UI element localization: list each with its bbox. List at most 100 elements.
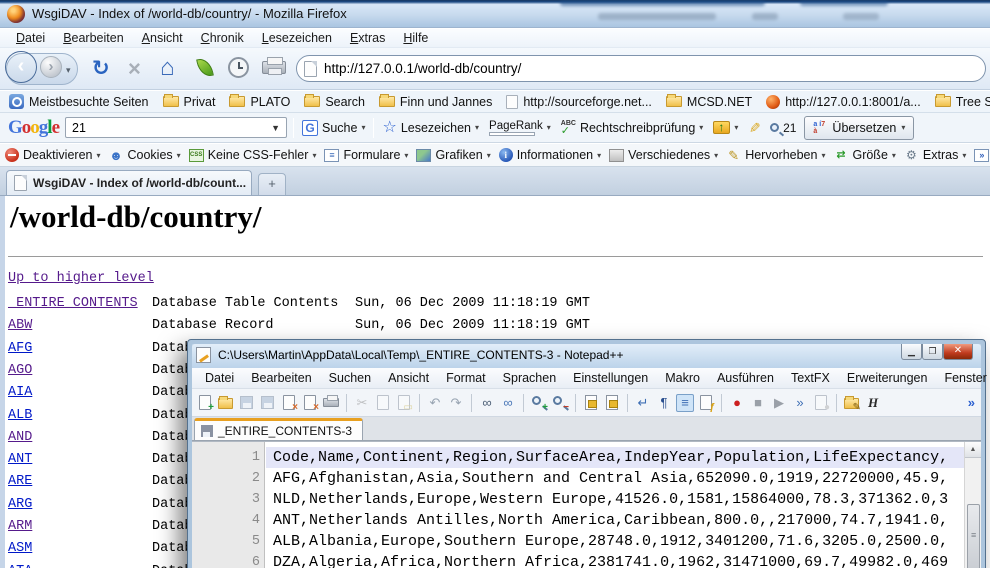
webdev-gr-e[interactable]: ⇄Größe▾: [833, 148, 895, 162]
editor-line[interactable]: NLD,Netherlands,Europe,Western Europe,41…: [266, 489, 964, 510]
chevron-down-icon[interactable]: ▾: [699, 123, 703, 132]
macro-stop-icon[interactable]: ■: [749, 394, 767, 412]
notepad-titlebar[interactable]: C:\Users\Martin\AppData\Local\Temp\_ENTI…: [192, 344, 981, 368]
firefox-titlebar[interactable]: WsgiDAV - Index of /world-db/country/ - …: [0, 0, 990, 28]
menu-hilfe[interactable]: Hilfe: [395, 30, 436, 46]
open-file-icon[interactable]: [217, 394, 235, 412]
notepad-tab-active[interactable]: _ENTIRE_CONTENTS-3: [194, 418, 363, 440]
menu-ansicht[interactable]: Ansicht: [134, 30, 191, 46]
editor-line[interactable]: DZA,Algeria,Africa,Northern Africa,23817…: [266, 552, 964, 568]
npp-menu-sprachen[interactable]: Sprachen: [496, 370, 564, 386]
save-all-icon[interactable]: [259, 394, 277, 412]
chevron-down-icon[interactable]: ▾: [404, 151, 408, 160]
up-to-higher-level-link[interactable]: Up to higher level: [8, 271, 154, 286]
webdev-informationen[interactable]: iInformationen▾: [499, 148, 601, 162]
close-all-icon[interactable]: ×: [301, 394, 319, 412]
redo-icon[interactable]: ↷: [447, 394, 465, 412]
zoom-in-icon[interactable]: +: [530, 394, 548, 412]
dir-link-arg[interactable]: ARG: [8, 497, 32, 512]
close-file-icon[interactable]: ×: [280, 394, 298, 412]
editor-line[interactable]: AFG,Afghanistan,Asia,Southern and Centra…: [266, 468, 964, 489]
notepad-editor[interactable]: 1Code,Name,Continent,Region,SurfaceArea,…: [192, 441, 981, 568]
menu-extras[interactable]: Extras: [342, 30, 393, 46]
npp-menu-fenster[interactable]: Fenster: [937, 370, 990, 386]
webdev-verschiedenes[interactable]: Verschiedenes▾: [609, 148, 718, 162]
dir-link-entire-contents[interactable]: _ENTIRE_CONTENTS: [8, 296, 138, 311]
toolbar-overflow-chevron[interactable]: »: [968, 395, 981, 410]
dir-link-afg[interactable]: AFG: [8, 341, 32, 356]
translate-button[interactable]: a í7 à Übersetzen ▾: [804, 116, 914, 140]
dir-link-aia[interactable]: AIA: [8, 385, 32, 400]
scroll-up-arrow[interactable]: ▲: [965, 442, 981, 458]
url-text[interactable]: http://127.0.0.1/world-db/country/: [324, 61, 521, 76]
npp-menu-ausf-hren[interactable]: Ausführen: [710, 370, 781, 386]
menu-lesezeichen[interactable]: Lesezeichen: [254, 30, 340, 46]
dir-link-ata[interactable]: ATA: [8, 564, 32, 568]
chevron-down-icon[interactable]: ▾: [312, 151, 316, 160]
dir-link-abw[interactable]: ABW: [8, 318, 32, 333]
reload-button[interactable]: ↻: [92, 58, 110, 80]
highlighter-button[interactable]: ✎: [746, 119, 762, 136]
bookmark-privat[interactable]: Privat: [159, 95, 220, 109]
restore-button[interactable]: ❐: [922, 344, 943, 360]
bookmark-finn-und-jannes[interactable]: Finn und Jannes: [375, 95, 496, 109]
dir-link-alb[interactable]: ALB: [8, 408, 32, 423]
chevron-down-icon[interactable]: ▾: [177, 151, 181, 160]
history-dropdown-icon[interactable]: ▾: [66, 65, 71, 76]
npp-menu-suchen[interactable]: Suchen: [322, 370, 378, 386]
pagerank-button[interactable]: PageRank ▾: [487, 120, 553, 136]
sync-scroll-vertical-icon[interactable]: [582, 394, 600, 412]
dir-link-ant[interactable]: ANT: [8, 452, 32, 467]
chevron-down-icon[interactable]: ▾: [475, 123, 479, 132]
chevron-down-icon[interactable]: ▾: [547, 123, 551, 132]
chevron-down-icon[interactable]: ▾: [901, 123, 905, 132]
npp-menu-datei[interactable]: Datei: [198, 370, 241, 386]
sync-scroll-horizontal-icon[interactable]: [603, 394, 621, 412]
send-to-button[interactable]: ▾: [711, 121, 740, 134]
close-button[interactable]: ✕: [943, 344, 973, 360]
bookmark-meistbesuchte-seiten[interactable]: Meistbesuchte Seiten: [5, 94, 153, 109]
macro-record-icon[interactable]: ●: [728, 394, 746, 412]
webdev-keine-css-fehler[interactable]: CSSKeine CSS-Fehler▾: [189, 148, 317, 162]
save-file-icon[interactable]: [238, 394, 256, 412]
webdev-formulare[interactable]: ≡Formulare▾: [324, 148, 408, 162]
copy-icon[interactable]: [374, 394, 392, 412]
webdev-quellte[interactable]: »Quellte▾: [974, 148, 990, 162]
npp-menu-format[interactable]: Format: [439, 370, 493, 386]
find-icon[interactable]: ∞: [478, 394, 496, 412]
google-search-input[interactable]: 21 ▼: [65, 117, 287, 138]
dir-link-ago[interactable]: AGO: [8, 363, 32, 378]
bookmark-tree-samples[interactable]: Tree Samples: [931, 95, 990, 109]
new-tab-button[interactable]: +: [258, 173, 286, 195]
npp-menu-ansicht[interactable]: Ansicht: [381, 370, 436, 386]
webdev-hervorheben[interactable]: ✎Hervorheben▾: [726, 148, 825, 162]
bookmark-http-127-0-0-1-8001-a[interactable]: http://127.0.0.1:8001/a...: [762, 95, 925, 109]
find-count-indicator[interactable]: 21: [768, 121, 798, 135]
print-button[interactable]: [262, 61, 286, 74]
url-bar[interactable]: http://127.0.0.1/world-db/country/: [296, 55, 986, 82]
google-search-button[interactable]: G Suche ▾: [300, 120, 367, 136]
show-all-characters-icon[interactable]: ¶: [655, 394, 673, 412]
chevron-down-icon[interactable]: ▾: [892, 151, 896, 160]
history-clock-icon[interactable]: [228, 57, 249, 78]
macro-play-icon[interactable]: ▶: [770, 394, 788, 412]
home-button[interactable]: ⌂: [160, 56, 175, 80]
editor-line[interactable]: Code,Name,Continent,Region,SurfaceArea,I…: [266, 447, 964, 468]
npp-menu-einstellungen[interactable]: Einstellungen: [566, 370, 655, 386]
bookmark-search[interactable]: Search: [300, 95, 369, 109]
cut-icon[interactable]: ✂: [353, 394, 371, 412]
dir-link-and[interactable]: AND: [8, 430, 32, 445]
spellcheck-button[interactable]: ABC✓ Rechtschreibprüfung ▾: [559, 120, 706, 135]
npp-menu-textfx[interactable]: TextFX: [784, 370, 837, 386]
chevron-down-icon[interactable]: ▾: [597, 151, 601, 160]
chevron-down-icon[interactable]: ▾: [821, 151, 825, 160]
new-file-icon[interactable]: +: [196, 394, 214, 412]
html-preview-icon[interactable]: H: [864, 394, 882, 412]
webdev-grafiken[interactable]: Grafiken▾: [416, 148, 490, 162]
vertical-scrollbar[interactable]: ▲: [964, 442, 981, 568]
chevron-down-icon[interactable]: ▾: [714, 151, 718, 160]
menu-bearbeiten[interactable]: Bearbeiten: [55, 30, 131, 46]
minimize-button[interactable]: ▁: [901, 344, 922, 360]
dir-link-arm[interactable]: ARM: [8, 519, 32, 534]
editor-line[interactable]: ALB,Albania,Europe,Southern Europe,28748…: [266, 531, 964, 552]
